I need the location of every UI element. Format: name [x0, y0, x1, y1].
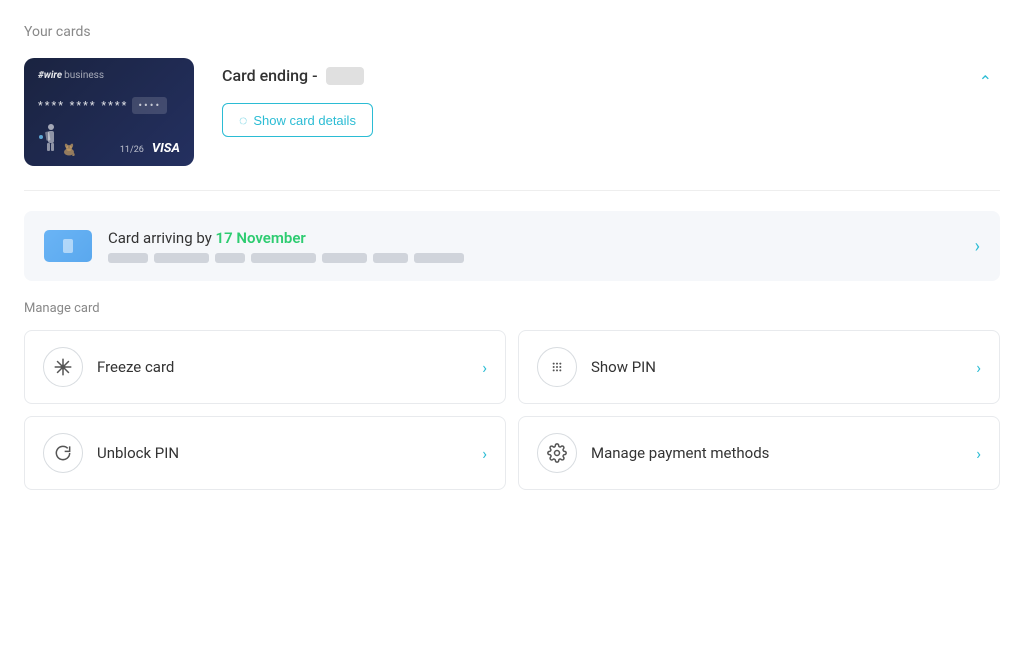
show-pin-item[interactable]: Show PIN ›: [518, 330, 1000, 404]
show-pin-chevron-icon: ›: [976, 358, 981, 377]
arriving-title: Card arriving by 17 November: [108, 229, 959, 247]
unblock-pin-chevron-icon: ›: [482, 444, 487, 463]
show-card-details-label: Show card details: [253, 113, 356, 128]
card-ending-row: Card ending -: [222, 66, 1000, 85]
card-footer: 11/26 VISA: [38, 122, 180, 156]
manage-section-title: Manage card: [24, 301, 1000, 316]
manage-payment-item[interactable]: Manage payment methods ›: [518, 416, 1000, 490]
unblock-pin-label: Unblock PIN: [97, 444, 468, 462]
unblock-pin-item[interactable]: Unblock PIN ›: [24, 416, 506, 490]
collapse-chevron-icon[interactable]: ⌃: [979, 72, 992, 91]
person-illustration: [38, 122, 60, 156]
manage-payment-icon-circle: [537, 433, 577, 473]
card-last-digits: [326, 67, 364, 85]
snowflake-icon: [53, 357, 73, 377]
blurred-block-3: [215, 253, 245, 263]
arriving-card-section[interactable]: Card arriving by 17 November ›: [24, 211, 1000, 281]
blurred-block-6: [373, 253, 408, 263]
unblock-pin-icon-circle: [43, 433, 83, 473]
page-container: Your cards #wire business **** **** ****…: [0, 0, 1024, 514]
card-brand-prefix: #wire: [38, 70, 62, 81]
blurred-block-2: [154, 253, 209, 263]
card-number: **** **** **** ••••: [38, 97, 180, 114]
gear-icon: [547, 443, 567, 463]
arriving-info: Card arriving by 17 November: [108, 229, 959, 263]
arriving-subtitle: [108, 253, 959, 263]
card-chip: [63, 239, 73, 253]
show-pin-label: Show PIN: [591, 358, 962, 376]
card-ending-label: Card ending -: [222, 66, 318, 85]
card-illustration: [38, 122, 76, 156]
freeze-card-chevron-icon: ›: [482, 358, 487, 377]
show-card-details-button[interactable]: ◌ Show card details: [222, 103, 373, 137]
card-network: VISA: [152, 141, 180, 156]
dog-illustration: [62, 140, 76, 156]
card-expiry: 11/26: [120, 145, 144, 155]
card-visual: #wire business **** **** **** ••••: [24, 58, 194, 166]
manage-section: Manage card Freeze card ›: [24, 301, 1000, 490]
refresh-icon: [53, 443, 73, 463]
show-pin-icon-circle: [537, 347, 577, 387]
arriving-title-prefix: Card arriving by: [108, 229, 216, 247]
card-brand-suffix: business: [64, 70, 104, 81]
eye-icon: ◌: [239, 112, 247, 128]
arriving-date: 17 November: [216, 229, 306, 247]
grid-icon: [547, 357, 567, 377]
freeze-card-item[interactable]: Freeze card ›: [24, 330, 506, 404]
arriving-card-icon: [44, 230, 92, 262]
card-info: Card ending - ◌ Show card details: [194, 58, 1000, 137]
manage-payment-label: Manage payment methods: [591, 444, 962, 462]
blurred-block-4: [251, 253, 316, 263]
blurred-block-7: [414, 253, 464, 263]
manage-grid: Freeze card ›: [24, 330, 1000, 490]
freeze-icon-circle: [43, 347, 83, 387]
manage-payment-chevron-icon: ›: [976, 444, 981, 463]
blurred-block-5: [322, 253, 367, 263]
card-section: #wire business **** **** **** ••••: [24, 58, 1000, 191]
freeze-card-label: Freeze card: [97, 358, 468, 376]
arriving-chevron-icon: ›: [975, 236, 980, 257]
page-title: Your cards: [24, 24, 1000, 40]
blurred-block-1: [108, 253, 148, 263]
